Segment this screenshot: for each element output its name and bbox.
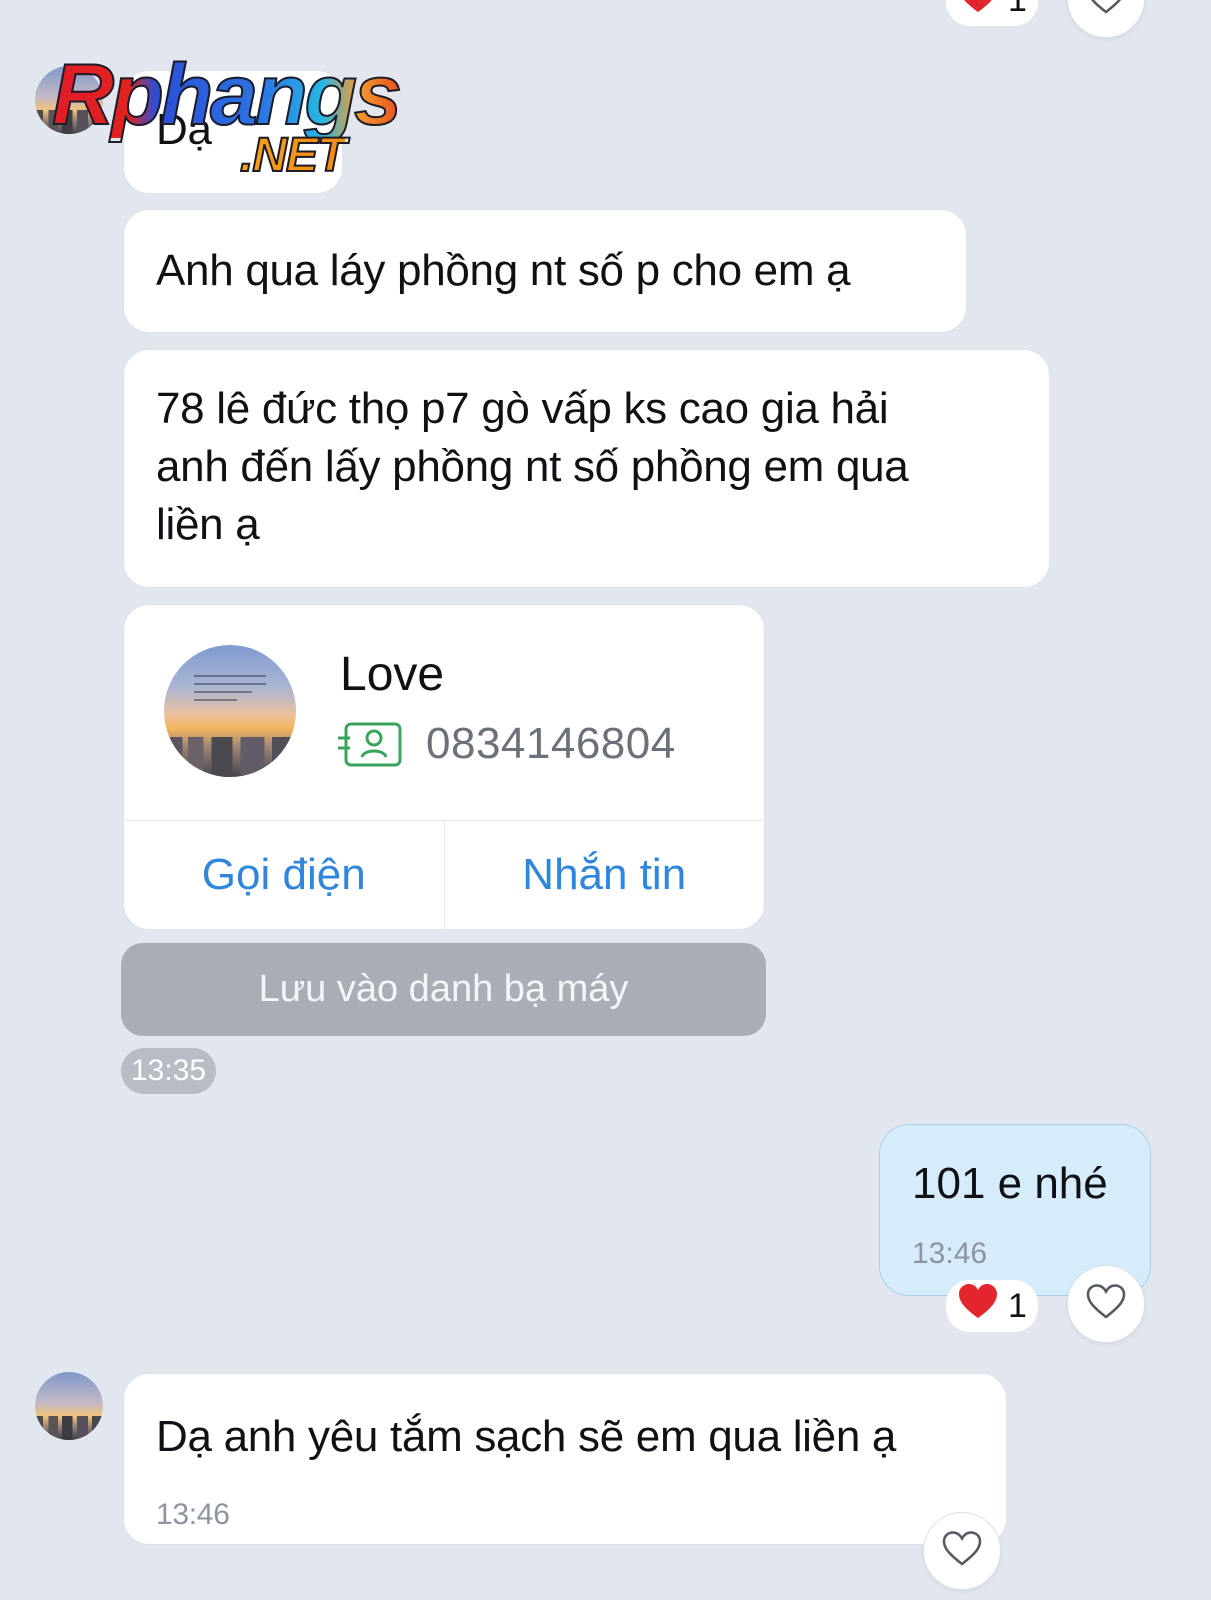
watermark-logo: Rphangs .NET xyxy=(51,47,403,183)
contact-id-icon xyxy=(338,721,404,774)
message-text-line: liền ạ xyxy=(156,500,260,549)
contact-phone: 0834146804 xyxy=(426,719,676,768)
message-bubble[interactable]: Dạ anh yêu tắm sạch sẽ em qua liền ạ 13:… xyxy=(123,1373,1007,1545)
message-text-line: anh đến lấy phồng nt số phồng em qua xyxy=(156,442,909,491)
heart-outline-icon xyxy=(1086,1283,1126,1325)
contact-avatar[interactable] xyxy=(164,645,296,777)
reaction-count: 1 xyxy=(1008,0,1027,20)
like-button[interactable] xyxy=(1067,1265,1145,1343)
heart-icon xyxy=(958,1283,998,1329)
like-button[interactable] xyxy=(923,1512,1001,1590)
message-button[interactable]: Nhắn tin xyxy=(443,821,765,929)
heart-outline-icon xyxy=(942,1530,982,1572)
message-timestamp: 13:46 xyxy=(912,1237,988,1270)
message-timestamp: 13:35 xyxy=(121,1048,217,1094)
heart-outline-icon xyxy=(1086,0,1126,20)
message-text: Anh qua láy phồng nt số p cho em ạ xyxy=(156,246,851,295)
message-text-line: 78 lê đức thọ p7 gò vấp ks cao gia hải xyxy=(156,384,889,433)
contact-name: Love xyxy=(340,648,445,701)
like-button-top[interactable] xyxy=(1067,0,1145,38)
watermark-main-text: Rphangs xyxy=(51,47,403,143)
message-bubble[interactable]: Anh qua láy phồng nt số p cho em ạ xyxy=(123,209,967,333)
reaction-pill-top[interactable]: 1 xyxy=(946,0,1038,26)
call-button[interactable]: Gọi điện xyxy=(124,821,444,929)
reaction-pill[interactable]: 1 xyxy=(946,1280,1038,1332)
message-bubble[interactable]: 78 lê đức thọ p7 gò vấp ks cao gia hải a… xyxy=(123,349,1050,588)
save-contact-button[interactable]: Lưu vào danh bạ máy xyxy=(121,943,766,1036)
message-text: Dạ anh yêu tắm sạch sẽ em qua liền ạ xyxy=(156,1412,897,1461)
contact-card[interactable]: Love 0834146804 Gọi điện Nhắn tin xyxy=(123,604,765,930)
heart-icon xyxy=(958,0,998,23)
reaction-count: 1 xyxy=(1008,1286,1027,1325)
message-text: 101 e nhé xyxy=(912,1159,1108,1208)
message-timestamp: 13:46 xyxy=(156,1498,230,1531)
watermark-sub-text: .NET xyxy=(239,128,347,183)
sender-avatar[interactable] xyxy=(35,1372,103,1440)
